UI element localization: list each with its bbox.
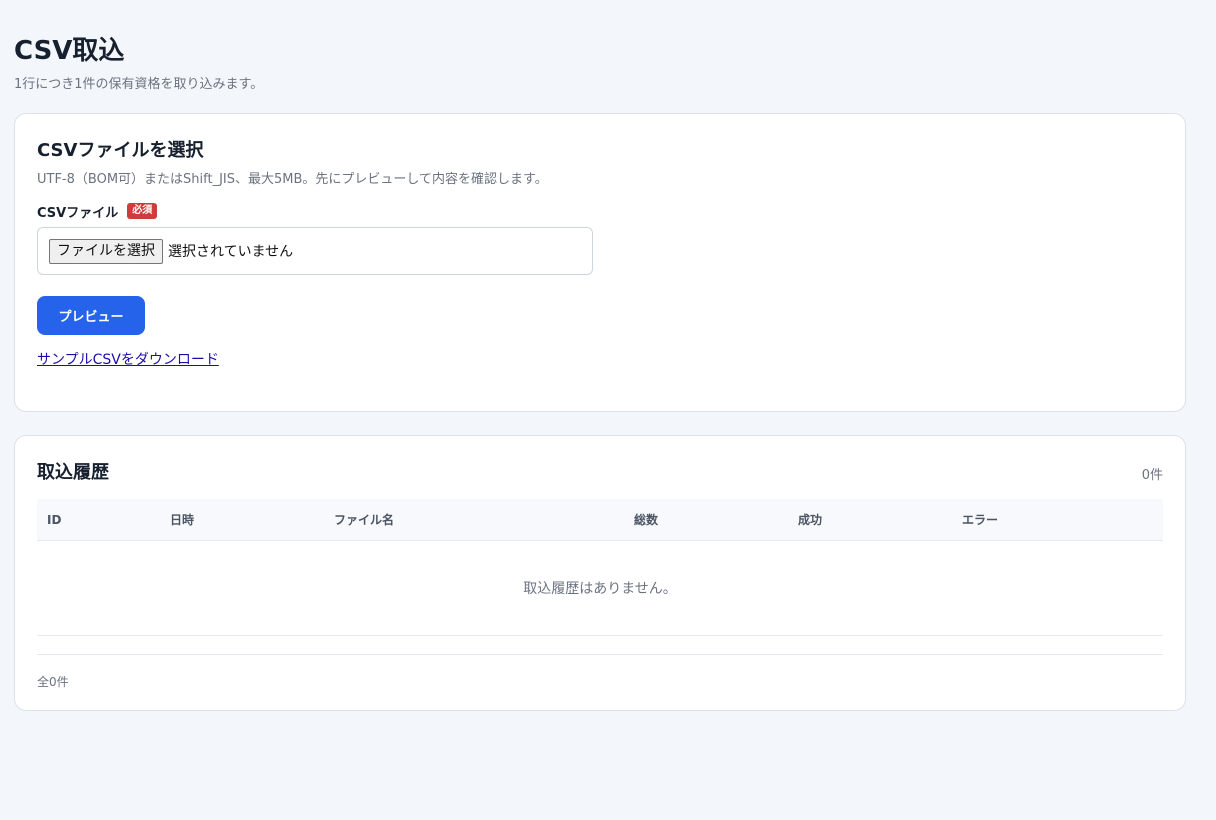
- history-table-header-row: ID 日時 ファイル名 総数 成功 エラー: [37, 499, 1163, 541]
- column-header-total: 総数: [624, 499, 788, 541]
- page-subtitle: 1行につき1件の保有資格を取り込みます。: [14, 77, 264, 92]
- page: CSV取込 1行につき1件の保有資格を取り込みます。 CSVファイルを選択 UT…: [0, 0, 1216, 711]
- column-header-error: エラー: [952, 499, 1163, 541]
- column-header-datetime: 日時: [160, 499, 324, 541]
- upload-card-title: CSVファイルを選択: [37, 140, 204, 161]
- history-header: 取込履歴 0件: [37, 460, 1163, 486]
- history-title: 取込履歴: [37, 462, 109, 483]
- choose-file-button[interactable]: ファイルを選択: [49, 238, 163, 264]
- history-table: ID 日時 ファイル名 総数 成功 エラー 取込履歴はありません。: [37, 499, 1163, 636]
- history-divider: [37, 654, 1163, 655]
- sample-csv-download-link[interactable]: サンプルCSVをダウンロード: [37, 350, 219, 370]
- page-title: CSV取込: [14, 36, 125, 66]
- table-row: 取込履歴はありません。: [37, 540, 1163, 636]
- file-status-text: 選択されていません: [168, 244, 294, 260]
- history-card: 取込履歴 0件 ID 日時 ファイル名 総数 成功 エラー 取込履歴はありません…: [14, 435, 1186, 711]
- history-total: 全0件: [37, 675, 69, 689]
- upload-card-description: UTF-8（BOM可）またはShift_JIS、最大5MB。先にプレビューして内…: [37, 172, 548, 187]
- column-header-id: ID: [37, 499, 160, 541]
- csv-file-input[interactable]: ファイルを選択 選択されていません: [37, 227, 593, 275]
- csv-file-label-row: CSVファイル 必須: [37, 202, 1163, 221]
- preview-button[interactable]: プレビュー: [37, 296, 145, 335]
- required-badge: 必須: [127, 203, 158, 219]
- csv-file-label: CSVファイル: [37, 205, 119, 221]
- history-empty-message: 取込履歴はありません。: [37, 540, 1163, 636]
- history-count: 0件: [1141, 467, 1163, 483]
- column-header-success: 成功: [788, 499, 952, 541]
- upload-card: CSVファイルを選択 UTF-8（BOM可）またはShift_JIS、最大5MB…: [14, 113, 1186, 412]
- column-header-filename: ファイル名: [324, 499, 624, 541]
